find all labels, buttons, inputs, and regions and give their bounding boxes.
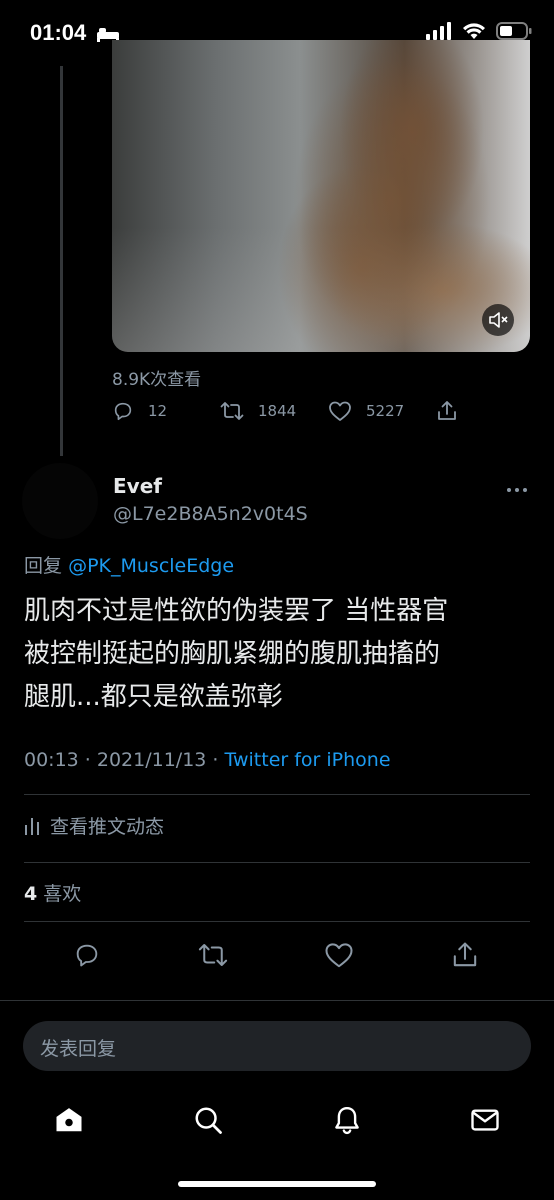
reply-input-placeholder: 发表回复 xyxy=(40,1038,117,1060)
speaker-muted-icon xyxy=(489,312,508,328)
more-options-button[interactable] xyxy=(506,478,528,497)
reply-to-label: 回复 xyxy=(24,555,63,577)
tweet-metadata: 00:13 · 2021/11/13 · Twitter for iPhone xyxy=(24,749,391,771)
nav-notifications[interactable] xyxy=(327,1100,367,1140)
tweet-text-line: 腿肌...都只是欲盖弥彰 xyxy=(24,682,283,712)
envelope-icon xyxy=(471,1109,499,1131)
mute-button[interactable] xyxy=(482,304,514,336)
likes-count: 4 xyxy=(24,883,38,905)
likes-summary[interactable]: 4 喜欢 xyxy=(24,879,81,906)
tweet-actions xyxy=(0,935,554,975)
activity-label: 查看推文动态 xyxy=(50,816,165,838)
divider xyxy=(24,862,530,863)
reply-count: 12 xyxy=(148,402,168,420)
display-name[interactable]: Evef xyxy=(113,474,162,498)
tweet-timestamp: 00:13 · 2021/11/13 · xyxy=(24,749,225,771)
replying-to: 回复 @PK_MuscleEdge xyxy=(24,551,234,578)
tweet-text: 肌肉不过是性欲的伪装罢了 当性器官 被控制挺起的胸肌紧绷的腹肌抽搐的 腿肌...… xyxy=(24,590,534,719)
like-action[interactable]: 5227 xyxy=(328,400,404,422)
tweet-text-line: 被控制挺起的胸肌紧绷的腹肌抽搐的 xyxy=(24,639,441,669)
home-indicator[interactable] xyxy=(178,1181,376,1187)
likes-label: 喜欢 xyxy=(43,883,82,905)
retweet-count: 1844 xyxy=(258,402,297,420)
retweet-button[interactable] xyxy=(193,935,233,975)
home-icon xyxy=(56,1108,82,1132)
analytics-bars-icon xyxy=(25,817,39,835)
parent-tweet-actions: 12 1844 5227 xyxy=(112,400,462,426)
nav-home[interactable] xyxy=(49,1100,89,1140)
thread-connector-line xyxy=(60,66,63,456)
share-icon xyxy=(438,401,456,420)
status-icons xyxy=(426,22,532,40)
heart-icon xyxy=(325,943,353,968)
cellular-signal-icon xyxy=(426,22,451,40)
more-dots-icon xyxy=(507,488,527,492)
view-count: 8.9K次查看 xyxy=(112,370,202,390)
heart-icon xyxy=(329,401,351,421)
nav-search[interactable] xyxy=(188,1100,228,1140)
tweet-text-line: 肌肉不过是性欲的伪装罢了 当性器官 xyxy=(24,596,449,626)
search-icon xyxy=(195,1107,222,1134)
view-tweet-activity[interactable]: 查看推文动态 xyxy=(24,812,164,839)
like-button[interactable] xyxy=(319,935,359,975)
retweet-icon xyxy=(198,944,228,966)
reply-button[interactable] xyxy=(67,935,107,975)
reply-to-link[interactable]: @PK_MuscleEdge xyxy=(68,555,234,577)
nav-messages[interactable] xyxy=(465,1100,505,1140)
reply-icon xyxy=(76,944,98,967)
divider xyxy=(24,794,530,795)
user-handle[interactable]: @L7e2B8A5n2v0t4S xyxy=(113,503,308,525)
avatar[interactable] xyxy=(22,463,98,539)
bottom-navigation xyxy=(0,1090,554,1150)
wifi-icon xyxy=(463,23,485,39)
share-action[interactable] xyxy=(436,400,458,422)
battery-icon xyxy=(496,22,532,40)
retweet-icon xyxy=(220,402,244,420)
share-icon xyxy=(453,942,477,967)
bell-icon xyxy=(335,1106,359,1135)
divider xyxy=(24,921,530,922)
divider xyxy=(0,1000,554,1001)
reply-icon xyxy=(114,402,132,421)
status-time: 01:04 xyxy=(30,20,87,45)
retweet-action[interactable]: 1844 xyxy=(220,400,296,422)
like-count: 5227 xyxy=(366,402,405,420)
tweet-source-link[interactable]: Twitter for iPhone xyxy=(225,749,391,771)
share-button[interactable] xyxy=(445,935,485,975)
reply-action[interactable]: 12 xyxy=(112,400,167,422)
video-frame xyxy=(112,40,530,352)
tweet-video[interactable] xyxy=(112,40,530,352)
